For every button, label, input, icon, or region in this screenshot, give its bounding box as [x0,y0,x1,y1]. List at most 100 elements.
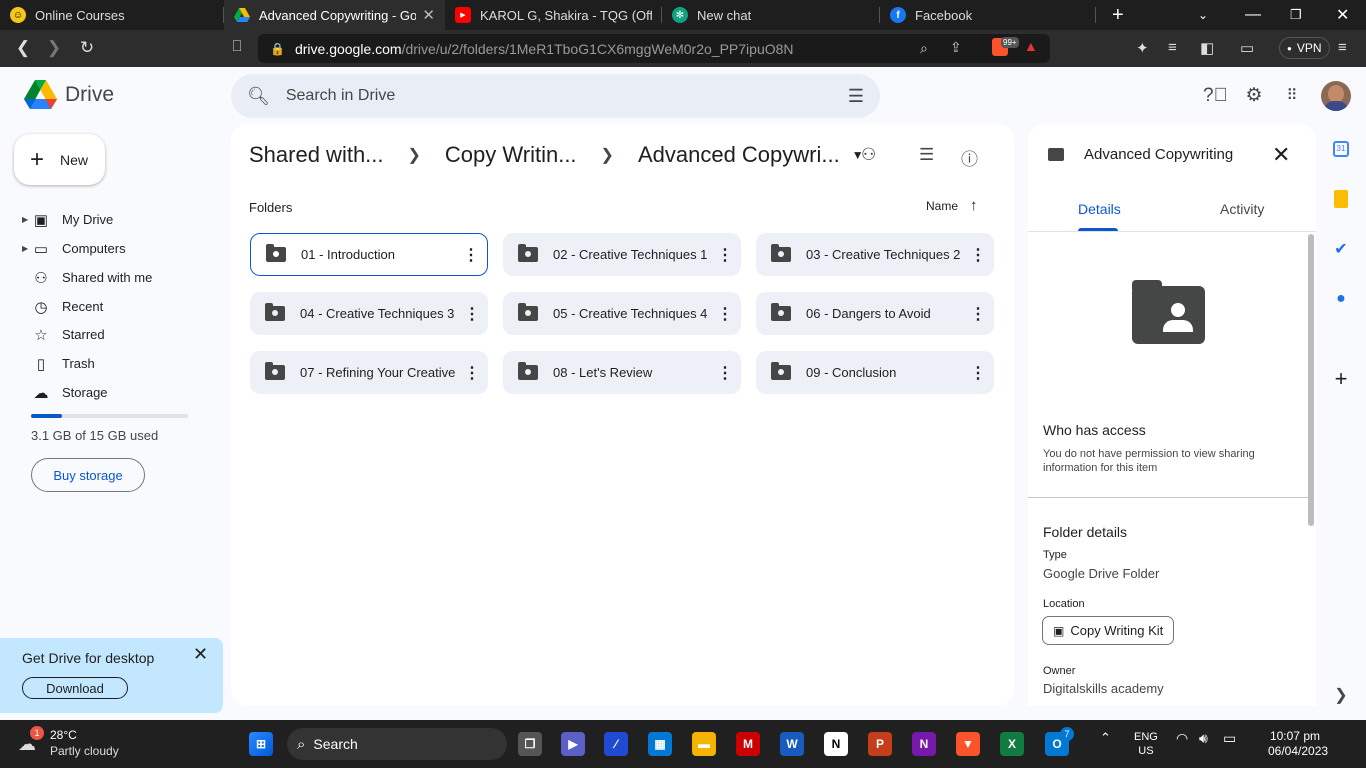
folder-card[interactable]: 03 - Creative Techniques 2 ⋮ [756,233,994,276]
forward-icon[interactable]: ❯ [43,38,65,58]
more-options-icon[interactable]: ⋮ [456,304,488,324]
drive-logo[interactable]: Drive [24,80,114,109]
nav-recent[interactable]: ◷ Recent [22,292,222,321]
details-scrollbar[interactable] [1308,234,1314,526]
clock[interactable]: 10:07 pm 06/04/2023 [1268,729,1328,759]
more-options-icon[interactable]: ⋮ [962,363,994,383]
word-icon[interactable]: W [780,732,804,756]
folder-card[interactable]: 07 - Refining Your Creative ⋮ [250,351,488,394]
close-details-icon[interactable]: ✕ [1272,142,1290,168]
tab-details[interactable]: Details [1078,201,1121,217]
location-chip[interactable]: ▣ Copy Writing Kit [1042,616,1175,645]
maximize-button[interactable]: ❐ [1290,0,1302,30]
tab-youtube[interactable]: ▶ KAROL G, Shakira - TQG (Official V [445,0,662,30]
zoom-icon[interactable]: ⌕ [920,40,928,57]
excel-icon[interactable]: X [1000,732,1024,756]
arrow-up-icon[interactable]: ↑ [970,197,978,214]
vpn-button[interactable]: ● VPN [1279,37,1330,59]
more-options-icon[interactable]: ⋮ [709,363,741,383]
folder-card[interactable]: 06 - Dangers to Avoid ⋮ [756,292,994,335]
keep-icon[interactable] [1328,188,1354,210]
taskbar-search[interactable]: ⌕ Search [287,728,507,760]
store-icon[interactable]: ▦ [648,732,672,756]
apps-grid-icon[interactable]: ⠿ [1280,84,1304,108]
wifi-icon[interactable]: ◠ [1176,730,1188,747]
expand-arrow-icon[interactable]: ▶ [22,244,32,253]
back-icon[interactable]: ❮ [12,38,34,58]
folder-card[interactable]: 02 - Creative Techniques 1 ⋮ [503,233,741,276]
playlist-icon[interactable]: ≡ [1168,39,1177,56]
more-options-icon[interactable]: ⋮ [709,245,741,265]
brave-icon[interactable]: ▼ [956,732,980,756]
reload-icon[interactable]: ↻ [76,38,98,58]
battery-icon[interactable]: ▭ [1223,730,1236,747]
nav-starred[interactable]: ☆ Starred [22,320,222,349]
menu-icon[interactable]: ≡ [1338,39,1347,56]
search-icon[interactable]: 🔍︎ [247,86,270,107]
tab-new-chat[interactable]: ✻ New chat [662,0,880,30]
promo-close-icon[interactable]: ✕ [193,644,208,665]
search-options-icon[interactable]: ☰ [848,86,864,107]
tasks-icon[interactable]: ✔ [1328,238,1354,260]
show-side-panel-icon[interactable]: ❯ [1328,684,1354,706]
address-bar[interactable]: 🔒 drive.google.com /drive/u/2/folders/1M… [258,34,1050,63]
folder-card[interactable]: 09 - Conclusion ⋮ [756,351,994,394]
more-options-icon[interactable]: ⋮ [962,304,994,324]
bookmark-icon[interactable]: ⎕ [226,38,248,55]
share-icon[interactable]: ⇪ [950,39,962,56]
more-options-icon[interactable]: ⋮ [455,245,487,265]
sidebar-icon[interactable]: ◧ [1200,39,1214,57]
wallet-icon[interactable]: ▭ [1240,39,1254,57]
sort-control[interactable]: Name ↑ [926,197,978,214]
start-icon[interactable]: ⊞ [249,732,273,756]
info-icon[interactable]: ⓘ [961,145,978,170]
search-input[interactable]: Search in Drive [286,87,395,105]
expand-arrow-icon[interactable]: ▶ [22,215,32,224]
notion-icon[interactable]: N [824,732,848,756]
breadcrumb-item[interactable]: Shared with... [249,142,384,168]
extensions-icon[interactable]: ✦ [1136,39,1149,57]
nav-storage[interactable]: ☁ Storage [22,378,222,407]
tab-list-chevron-icon[interactable]: ⌄ [1198,0,1208,30]
file-explorer-icon[interactable]: ▬ [692,732,716,756]
more-options-icon[interactable]: ⋮ [456,363,488,383]
buy-storage-button[interactable]: Buy storage [31,458,145,492]
tab-facebook[interactable]: f Facebook [880,0,1096,30]
avatar[interactable] [1321,81,1351,111]
mcafee-icon[interactable]: M [736,732,760,756]
new-button[interactable]: + New [14,134,105,185]
folder-card[interactable]: 08 - Let's Review ⋮ [503,351,741,394]
add-addon-icon[interactable]: + [1328,366,1354,391]
tab-activity[interactable]: Activity [1220,201,1264,217]
tab-close-icon[interactable]: ✕ [416,6,435,24]
brave-rewards-icon[interactable]: ▲ [1024,38,1038,54]
tab-online-courses[interactable]: ☺ Online Courses [0,0,224,30]
help-icon[interactable]: ?⃝ [1203,84,1228,108]
breadcrumb-item[interactable]: Copy Writin... [445,142,577,168]
breadcrumb-current[interactable]: Advanced Copywri... [638,142,840,168]
folder-card[interactable]: 01 - Introduction ⋮ [250,233,488,276]
close-window-button[interactable]: ✕ [1336,0,1349,30]
task-view-icon[interactable]: ❐ [518,732,542,756]
share-people-icon[interactable]: ⚇ [861,145,876,165]
settings-icon[interactable]: ⚙ [1242,84,1266,108]
minimize-button[interactable]: — [1245,0,1261,30]
nav-computers[interactable]: ▶ ▭ Computers [22,234,222,263]
list-view-icon[interactable]: ☰ [919,145,934,165]
nav-my-drive[interactable]: ▶ ▣ My Drive [22,205,222,234]
language-indicator[interactable]: ENG US [1134,730,1158,758]
contacts-icon[interactable]: ● [1328,288,1354,310]
more-options-icon[interactable]: ⋮ [709,304,741,324]
nav-shared-with-me[interactable]: ⚇ Shared with me [22,263,222,292]
teams-chat-icon[interactable]: ▶ [561,732,585,756]
nav-trash[interactable]: ▯ Trash [22,349,222,378]
calendar-icon[interactable]: 31 [1328,138,1354,160]
more-options-icon[interactable]: ⋮ [962,245,994,265]
download-button[interactable]: Download [22,677,128,699]
app-icon[interactable]: ⁄ [604,732,628,756]
onenote-icon[interactable]: N [912,732,936,756]
powerpoint-icon[interactable]: P [868,732,892,756]
drive-search[interactable]: 🔍︎ Search in Drive ☰ [231,74,880,118]
folder-card[interactable]: 05 - Creative Techniques 4 ⋮ [503,292,741,335]
volume-icon[interactable]: 🔊︎ [1199,730,1208,747]
